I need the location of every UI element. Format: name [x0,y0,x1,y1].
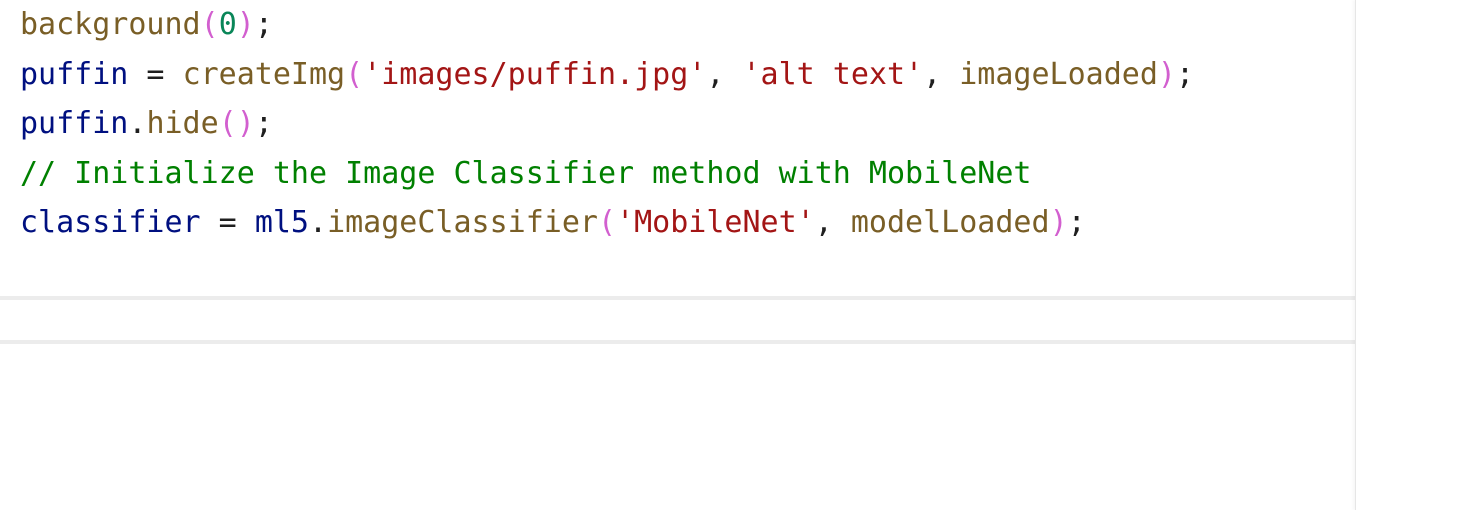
code-token-function-name: modelLoaded [850,205,1050,240]
code-token-punctuation: ; [254,7,273,42]
code-token-function-name: background [20,7,201,42]
code-line: puffin.hide(); [20,99,1194,149]
code-line: puffin = createImg('images/puffin.jpg', … [20,50,1194,100]
code-token-string-literal: 'images/puffin.jpg' [363,56,707,92]
code-token-punctuation: ; [1175,56,1195,92]
code-token-paren: () [218,106,255,141]
code-token-punctuation: , [923,56,960,92]
divider [0,296,1355,300]
code-token-paren: ) [1157,56,1176,92]
content-column: background(0); puffin = createImg('images… [0,0,1355,510]
code-token-punctuation: ; [1067,205,1086,240]
code-token-function-name: createImg [182,56,346,92]
code-token-punctuation: . [309,205,328,240]
code-token-function-name: imageClassifier [327,205,598,240]
code-token-identifier: puffin [20,106,129,141]
code-token-punctuation: . [128,106,147,141]
code-token-operator: = [128,56,183,92]
code-line: background(0); [20,0,1194,50]
code-token-identifier: ml5 [254,205,309,240]
code-block: background(0); puffin = createImg('images… [20,0,1194,248]
code-token-operator: = [200,205,255,240]
code-token-punctuation: ; [254,106,273,141]
code-token-string-literal: 'alt text' [742,56,924,92]
code-token-paren: ) [1049,205,1068,240]
code-line: // Initialize the Image Classifier metho… [20,149,1194,199]
code-token-string-literal: 'MobileNet' [616,205,815,240]
code-token-paren: ) [236,7,255,42]
code-line: classifier = ml5.imageClassifier('Mobile… [20,198,1194,248]
code-token-paren: ( [345,56,364,92]
page: background(0); puffin = createImg('images… [0,0,1468,510]
right-side-panel [1355,0,1468,510]
code-token-punctuation: , [706,56,743,92]
code-token-paren: ( [598,205,617,240]
code-token-identifier: classifier [20,205,201,240]
code-token-identifier: puffin [20,56,129,92]
code-token-function-name: imageLoaded [959,56,1158,92]
code-token-number-literal: 0 [218,7,237,42]
code-token-paren: ( [200,7,219,42]
divider [0,340,1355,344]
code-token-comment: // Initialize the Image Classifier metho… [20,155,1032,191]
code-token-function-name: hide [146,106,219,141]
code-token-punctuation: , [814,205,851,240]
